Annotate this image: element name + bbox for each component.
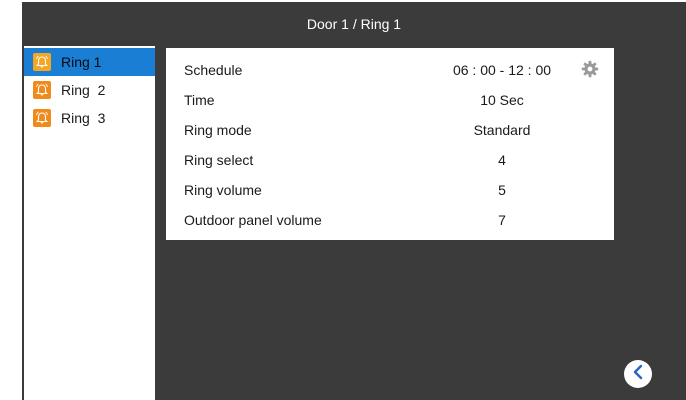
setting-row-ring-mode[interactable]: Ring mode Standard (166, 115, 614, 145)
setting-value: 5 (498, 182, 506, 198)
setting-row-outdoor-panel-volume[interactable]: Outdoor panel volume 7 (166, 205, 614, 235)
bell-icon (33, 53, 51, 71)
setting-value: 4 (498, 152, 506, 168)
setting-label: Time (184, 92, 215, 108)
settings-panel: Schedule 06 : 00 - 12 : 00 Time 10 Sec R… (166, 48, 614, 240)
sidebar-item-label: Ring 1 (61, 54, 102, 70)
setting-row-ring-select[interactable]: Ring select 4 (166, 145, 614, 175)
setting-row-time[interactable]: Time 10 Sec (166, 85, 614, 115)
sidebar-item-ring-1[interactable]: Ring 1 (24, 48, 155, 76)
back-arrow-icon (631, 364, 645, 385)
setting-row-schedule[interactable]: Schedule 06 : 00 - 12 : 00 (166, 55, 614, 85)
sidebar-item-ring-3[interactable]: Ring 3 (24, 104, 155, 132)
ring-sidebar: Ring 1 Ring 2 Ring 3 (24, 46, 155, 400)
main-screen: Door 1 / Ring 1 Ring 1 Ring 2 Ring 3 Sch… (22, 2, 686, 400)
sidebar-item-ring-2[interactable]: Ring 2 (24, 76, 155, 104)
sidebar-item-label: Ring 2 (61, 82, 106, 98)
bell-icon (33, 109, 51, 127)
setting-label: Ring volume (184, 182, 262, 198)
setting-label: Outdoor panel volume (184, 212, 322, 228)
setting-value: 7 (498, 212, 506, 228)
setting-label: Ring mode (184, 122, 252, 138)
bell-icon (33, 81, 51, 99)
setting-row-ring-volume[interactable]: Ring volume 5 (166, 175, 614, 205)
setting-value: Standard (473, 122, 531, 138)
setting-label: Ring select (184, 152, 254, 168)
setting-value: 10 Sec (480, 92, 524, 108)
page-title: Door 1 / Ring 1 (306, 16, 402, 32)
back-button[interactable] (624, 360, 652, 388)
gear-icon[interactable] (581, 60, 599, 78)
sidebar-item-label: Ring 3 (61, 110, 106, 126)
setting-value: 06 : 00 - 12 : 00 (452, 62, 552, 78)
setting-label: Schedule (184, 62, 243, 78)
